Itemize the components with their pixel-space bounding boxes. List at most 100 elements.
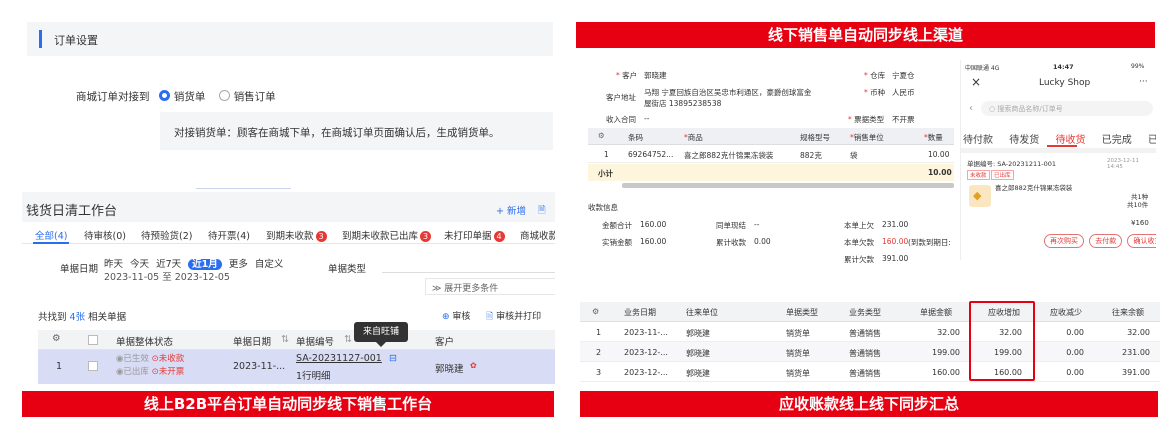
column-settings-icon[interactable]: ⚙	[52, 333, 61, 344]
row-index: 2	[596, 348, 602, 357]
table-row[interactable]: 3 2023-12-... 郭晓建 销货单 普通销售 160.00 160.00…	[580, 362, 1160, 382]
ledger-table: ⚙ 业务日期 往来单位 单据类型 业务类型 单据金额 应收增加 应收减少 往来余…	[580, 301, 1160, 382]
row-dec: 0.00	[1066, 368, 1084, 377]
note-text: 对接销货单：顾客在商城下单，在商城订单页面确认后，生成销货单。	[174, 127, 500, 139]
radio-sales-order[interactable]: 销售订单	[218, 90, 276, 103]
currency-value[interactable]: 人民币	[892, 87, 915, 98]
contract-label: 收入合同	[606, 115, 636, 124]
back-icon[interactable]: ‹	[969, 103, 973, 114]
tab-pending-review[interactable]: 待审核(0)	[84, 228, 126, 242]
row-date: 2023-12-...	[624, 368, 668, 377]
row-biz: 普通销售	[849, 369, 881, 378]
search-icon: ○	[989, 105, 996, 113]
pay-due-note: (到款到期日:	[908, 238, 951, 247]
search-input[interactable]: ○ 搜索商品名称/订单号	[981, 101, 1153, 116]
tab-unprinted[interactable]: 未打印单据 4	[444, 228, 505, 242]
row-checkbox[interactable]	[88, 361, 98, 371]
row-bal: 32.00	[1127, 328, 1150, 337]
search-placeholder: 搜索商品名称/订单号	[997, 105, 1063, 113]
row-barcode: 69264752...	[628, 150, 674, 159]
date-option[interactable]: 更多	[229, 259, 248, 270]
tab-badge: 3	[420, 231, 432, 242]
tab-overdue-shipped[interactable]: 到期未收款已出库 3	[342, 228, 432, 242]
column-settings-icon[interactable]: ⚙	[598, 131, 605, 140]
horizontal-scrollbar[interactable]	[622, 183, 954, 188]
invoice-value[interactable]: 不开票	[892, 114, 915, 125]
radio-label: 销售订单	[233, 91, 276, 103]
table-row[interactable]: 2 2023-12-... 郭晓建 销货单 普通销售 199.00 199.00…	[580, 342, 1160, 362]
shop-title: Lucky Shop	[1039, 78, 1091, 88]
warehouse-label: * 仓库	[864, 71, 886, 80]
new-button[interactable]: + 新增	[496, 203, 526, 217]
column-settings-icon[interactable]: ⚙	[592, 307, 599, 316]
product-name: 喜之郎882克什锦果冻袋装	[995, 184, 1073, 192]
tab-pending-receive[interactable]: 待收货	[1055, 131, 1085, 146]
row-amount: 32.00	[937, 328, 960, 337]
invoice-label: * 票据类型	[848, 115, 885, 124]
order-card[interactable]: 单据编号: SA-20231211-001 2023-12-11 14:45 未…	[965, 153, 1156, 253]
status-carrier: 中国联通 4G	[965, 65, 1000, 72]
highlight-box	[969, 301, 1035, 381]
radio-off-icon	[218, 90, 230, 101]
row-date: 2023-11-...	[233, 361, 286, 372]
tab-completed[interactable]: 已完成	[1102, 131, 1132, 146]
product-pieces: 共10件	[1127, 201, 1149, 209]
status-text-red: 未收款	[158, 354, 185, 364]
expand-conditions[interactable]: ≫ 展开更多条件	[425, 278, 555, 295]
items-subtotal: 小计 10.00	[588, 164, 954, 181]
sort-icon[interactable]: ⇅	[281, 334, 289, 345]
tab-active-underline	[1047, 145, 1077, 147]
date-option[interactable]: 自定义	[255, 259, 284, 270]
tab-pending-inspect[interactable]: 待预验货(2)	[141, 228, 192, 242]
close-icon[interactable]: ×	[971, 75, 981, 89]
column-header: 单据金额	[920, 308, 952, 317]
row-number-link[interactable]: SA-20231127-001	[296, 353, 382, 364]
pay-label: 本单欠款	[844, 238, 874, 247]
audit-button[interactable]: ⊕ 审核	[442, 309, 470, 322]
tab-pending-payment[interactable]: 待付款	[963, 131, 993, 146]
tab-all[interactable]: 全部(4)	[35, 228, 67, 242]
items-row[interactable]: 1 69264752... 喜之郎882克什锦果冻袋装 882克 袋 10.00	[588, 146, 954, 163]
rebuy-button[interactable]: 再次购买	[1044, 234, 1084, 248]
header-text: 数量	[927, 133, 943, 142]
confirm-receipt-button[interactable]: 确认收货	[1127, 234, 1156, 248]
pay-label: 同单现结	[716, 221, 746, 230]
tab-mall-payment[interactable]: 商城收款	[520, 228, 555, 242]
column-header[interactable]: 单据日期	[233, 334, 271, 348]
pay-button[interactable]: 去付款	[1089, 234, 1123, 248]
date-range[interactable]: 2023-11-05 至 2023-12-05	[104, 269, 230, 283]
more-icon[interactable]: ···	[1139, 77, 1148, 87]
row-biz: 普通销售	[849, 329, 881, 338]
select-all-checkbox[interactable]	[88, 335, 98, 345]
tab-label: 到期未收款已出库	[342, 231, 419, 242]
contract-value[interactable]: --	[644, 114, 649, 123]
table-row[interactable]: 1 ◉已生效 ⊙未收款 ◉已出库 ⊙未开票 2023-11-... SA-202…	[38, 350, 555, 384]
address-value[interactable]: 马翔 宁夏回族自治区吴忠市利通区，豪爵创球富金屋街店 13895238538	[644, 87, 812, 109]
audit-print-button[interactable]: 🗎 审核并打印	[486, 309, 541, 325]
tab-label: 未打印单据	[444, 231, 492, 242]
radio-sales-slip[interactable]: 销货单	[158, 90, 205, 103]
shop-icon: ⊟	[389, 353, 397, 364]
expand-label: 展开更多条件	[444, 284, 499, 294]
tab-pending-invoice[interactable]: 待开票(4)	[208, 228, 250, 242]
sort-icon[interactable]: ⇅	[344, 334, 352, 345]
found-prefix: 共找到	[38, 312, 67, 323]
divider-line	[196, 188, 291, 189]
type-filter-input[interactable]	[382, 272, 555, 273]
customer-value[interactable]: 郭晓建	[644, 70, 667, 81]
column-header[interactable]: 单据编号	[296, 334, 334, 348]
jelly-icon: ◆	[973, 189, 982, 202]
tab-pending-ship[interactable]: 待发货	[1009, 131, 1039, 146]
items-table-header: ⚙ 条码 *商品 规格型号 *销售单位 *数量	[588, 128, 954, 145]
tab-badge: 3	[315, 231, 327, 242]
tab-label: 待预验货(2)	[141, 231, 193, 242]
warehouse-value[interactable]: 宁夏仓	[892, 70, 915, 81]
table-row[interactable]: 1 2023-11-... 郭晓建 销货单 普通销售 32.00 32.00 0…	[580, 322, 1160, 342]
column-header: 往来单位	[686, 308, 718, 317]
radio-on-icon	[158, 90, 170, 101]
tab-cancelled[interactable]: 已取消	[1148, 131, 1156, 146]
tab-overdue[interactable]: 到期未收款 3	[266, 228, 327, 242]
sales-form: * 客户 郭晓建 客户地址 马翔 宁夏回族自治区吴忠市利通区，豪爵创球富金屋街店…	[582, 60, 954, 272]
print-icon[interactable]: 🗎	[538, 203, 546, 219]
status-battery: 99%	[1131, 63, 1145, 70]
